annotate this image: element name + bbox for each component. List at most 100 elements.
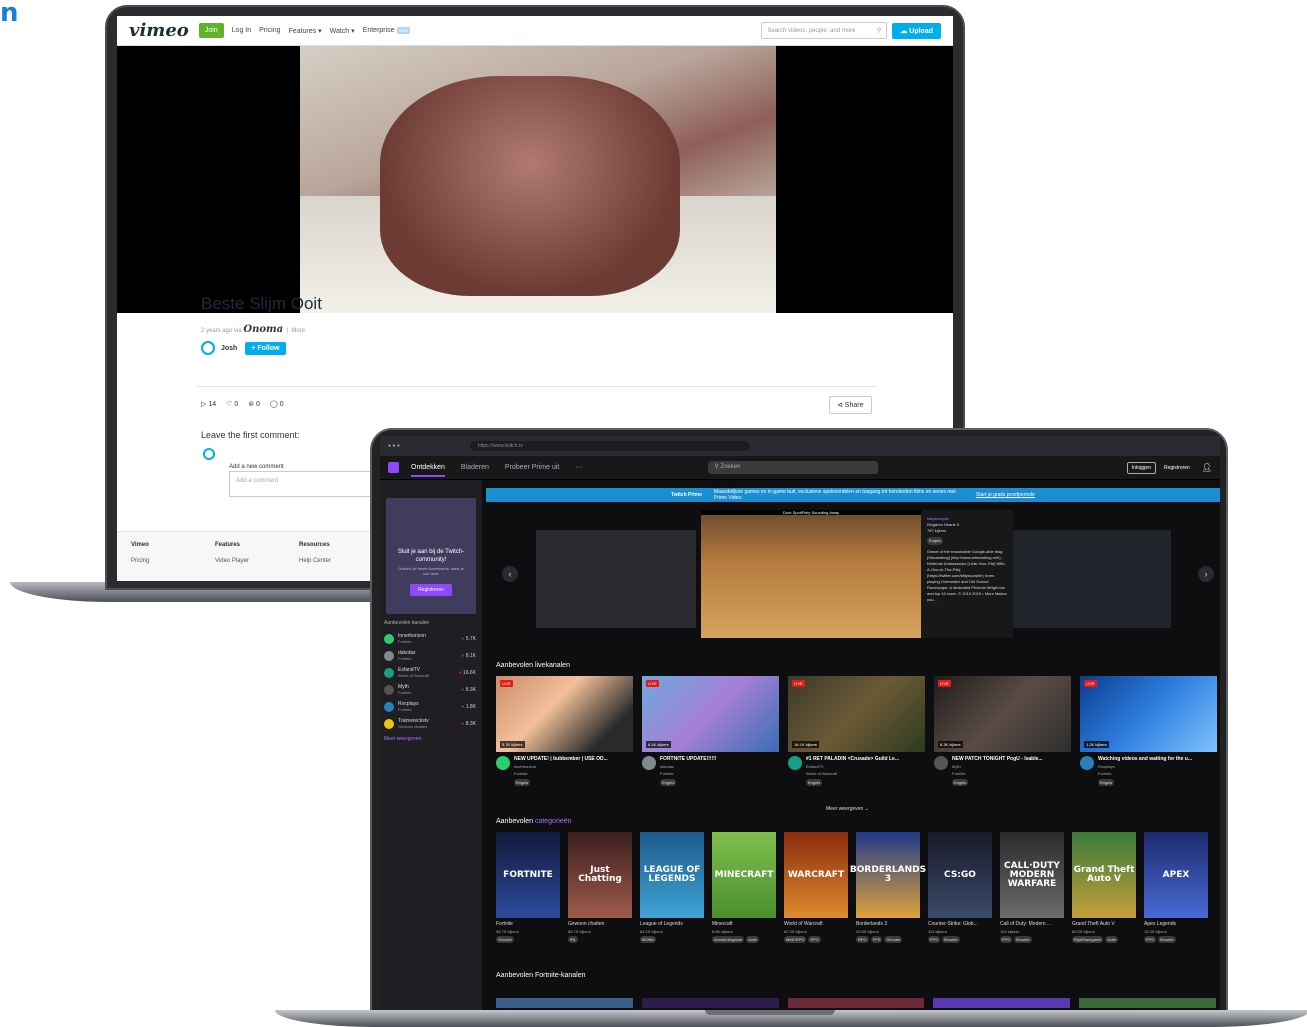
avatar[interactable]	[642, 756, 656, 770]
nav-login[interactable]: Log In	[232, 27, 251, 34]
tag[interactable]: Shooter	[496, 936, 515, 943]
address-bar[interactable]: https://www.twitch.tv	[469, 441, 750, 451]
category-box-art[interactable]: CALL·DUTY MODERN WARFARE	[1000, 832, 1064, 918]
category-name[interactable]: Fortnite	[496, 921, 560, 927]
tag[interactable]: RPG	[856, 936, 869, 943]
tag[interactable]: Rijd/Racegame	[1072, 936, 1104, 943]
sidebar-channel[interactable]: TrainwreckstvGewoon chatten 8.3K	[380, 715, 482, 732]
streamer-name[interactable]: Rocplays	[1098, 764, 1192, 769]
streamer-name[interactable]: innerhorizon	[514, 764, 608, 769]
stream-title[interactable]: NEW UPDATE! | bubbember | USE OD...	[514, 756, 608, 762]
stream-card[interactable]: LIVE 1.2K kijkers Watching videos and wait…	[1080, 676, 1217, 786]
meta-brand[interactable]: Onoma	[243, 324, 283, 335]
category-card[interactable]: LEAGUE OF LEGENDS League of Legends 84.2K …	[640, 832, 704, 943]
login-button[interactable]: Inloggen	[1126, 461, 1156, 474]
category-box-art[interactable]: Grand Theft Auto V	[1072, 832, 1136, 918]
sidebar-channel[interactable]: MythFortnite 8.3K	[380, 681, 482, 698]
nav-features[interactable]: Features ▾	[289, 27, 322, 35]
streamer-name[interactable]: Myth	[952, 764, 1043, 769]
avatar[interactable]	[934, 756, 948, 770]
category-name[interactable]: League of Legends	[640, 921, 704, 927]
stream-card[interactable]: LIVE 16.1K kijkers #1 RET PALADIN <Crusade…	[788, 676, 925, 786]
comment-input[interactable]: Add a comment	[229, 471, 379, 497]
more-menu[interactable]: ···	[575, 464, 582, 471]
category-card[interactable]: BORDERLANDS 3 Borderlands 3 20.8K kijkers R…	[850, 832, 926, 943]
owner-name[interactable]: Josh	[221, 345, 237, 352]
tag[interactable]: Avonturengame	[712, 936, 745, 943]
category-name[interactable]: World of Warcraft	[784, 921, 848, 927]
nav-watch[interactable]: Watch ▾	[330, 27, 355, 35]
search-icon[interactable]: ⚲	[877, 27, 881, 34]
tag[interactable]: FPS	[928, 936, 940, 943]
streamer-name[interactable]: EsfandTV	[806, 764, 899, 769]
category-box-art[interactable]: LEAGUE OF LEGENDS	[640, 832, 704, 918]
carousel-main-stream[interactable]: Dont SpotiFinty Sounding Away	[701, 510, 921, 638]
category-name[interactable]: Counter-Strike: Glob...	[928, 921, 992, 927]
category-box-art[interactable]: WARCRAFT	[784, 832, 848, 918]
search-input[interactable]: Search videos, people, and more ⚲	[761, 22, 888, 39]
prime-cta[interactable]: Start je gratis proefperiode	[976, 492, 1035, 498]
upload-button[interactable]: ☁ Upload	[892, 22, 941, 39]
thumb[interactable]	[1079, 998, 1216, 1008]
follow-button[interactable]: + Follow	[245, 341, 286, 355]
register-button[interactable]: Registreren	[410, 584, 452, 596]
likes-stat[interactable]: ♡ 0	[226, 400, 238, 408]
category-card[interactable]: MINECRAFT Minecraft 8.8K kijkers Avontureng…	[712, 832, 776, 943]
stream-thumbnail[interactable]: LIVE 8.3K kijkers	[934, 676, 1071, 752]
sidebar-channel[interactable]: RocplaysFortnite 1.8K	[380, 698, 482, 715]
category-box-art[interactable]: MINECRAFT	[712, 832, 776, 918]
twitch-logo-icon[interactable]	[388, 462, 399, 473]
tag[interactable]: MOBA	[640, 936, 656, 943]
category-box-art[interactable]: FORTNITE	[496, 832, 560, 918]
footer-link[interactable]: Video Player	[215, 558, 249, 564]
category-card[interactable]: Just Chatting Gewoon chatten 86.7K kijkers…	[568, 832, 632, 943]
footer-link[interactable]: Help Center	[299, 558, 331, 564]
nav-enterprise[interactable]: Enterprise NEW	[363, 27, 410, 34]
heading-highlight[interactable]: livekanalen	[535, 662, 570, 669]
stream-thumbnail[interactable]: LIVE 16.1K kijkers	[788, 676, 925, 752]
vimeo-logo[interactable]: vimeo	[129, 20, 189, 41]
collections-stat[interactable]: ⊜ 0	[248, 400, 260, 408]
tag[interactable]: Shooter	[884, 936, 903, 943]
sidebar-channel[interactable]: dakotazFortnite 8.1K	[380, 647, 482, 664]
tab-discover[interactable]: Ontdekken	[411, 458, 445, 477]
stream-game[interactable]: Fortnite	[514, 771, 608, 776]
tab-prime[interactable]: Probeer Prime uit	[505, 464, 559, 471]
stream-thumbnail[interactable]: LIVE 1.2K kijkers	[1080, 676, 1217, 752]
category-card[interactable]: CALL·DUTY MODERN WARFARE Call of Duty: Mo…	[1000, 832, 1064, 943]
nav-pricing[interactable]: Pricing	[259, 27, 280, 34]
carousel-right-card[interactable]	[1011, 530, 1171, 628]
show-more-link[interactable]: Meer weergeven	[384, 736, 478, 742]
tag[interactable]: Actie	[746, 936, 760, 943]
join-button[interactable]: Join	[198, 23, 224, 38]
stream-thumbnail[interactable]: LIVE 5.7K kijkers	[496, 676, 633, 752]
stream-card[interactable]: LIVE 8.3K kijkers NEW PATCH TONIGHT PogU -…	[934, 676, 1071, 786]
window-controls[interactable]: ● ● ●	[388, 443, 400, 449]
carousel-prev-icon[interactable]: ‹	[502, 566, 518, 582]
category-box-art[interactable]: Just Chatting	[568, 832, 632, 918]
stream-title[interactable]: #1 RET PALADIN <Crusade> Guild Le...	[806, 756, 899, 762]
language-tag[interactable]: Engels	[927, 537, 944, 545]
heading-highlight[interactable]: categorieën	[535, 818, 572, 825]
category-box-art[interactable]: APEX	[1144, 832, 1208, 918]
stream-game[interactable]: Fortnite	[952, 771, 1043, 776]
tag[interactable]: Actie	[1105, 936, 1119, 943]
streamer-name[interactable]: dakotaz	[660, 764, 717, 769]
category-name[interactable]: Grand Theft Auto V	[1072, 921, 1136, 927]
sidebar-channel[interactable]: InnerhorizonFortnite 5.7K	[380, 630, 482, 647]
register-button[interactable]: Registreren	[1164, 465, 1190, 471]
video-player[interactable]	[117, 46, 953, 313]
tag[interactable]: Shooter	[941, 936, 960, 943]
comments-stat[interactable]: ◯ 0	[270, 400, 284, 408]
carousel-next-icon[interactable]: ›	[1198, 566, 1214, 582]
tag[interactable]: MMORPG	[784, 936, 807, 943]
user-icon[interactable]: 👤︎	[1202, 463, 1212, 472]
language-tag[interactable]: Engels	[660, 779, 677, 786]
avatar[interactable]	[496, 756, 510, 770]
stream-thumbnail[interactable]: LIVE 8.1K kijkers	[642, 676, 779, 752]
thumb[interactable]	[933, 998, 1071, 1008]
language-tag[interactable]: Engels	[1098, 779, 1115, 786]
language-tag[interactable]: Engels	[514, 779, 531, 786]
tag[interactable]: FPS	[1000, 936, 1012, 943]
stream-game[interactable]: Fortnite	[660, 771, 717, 776]
